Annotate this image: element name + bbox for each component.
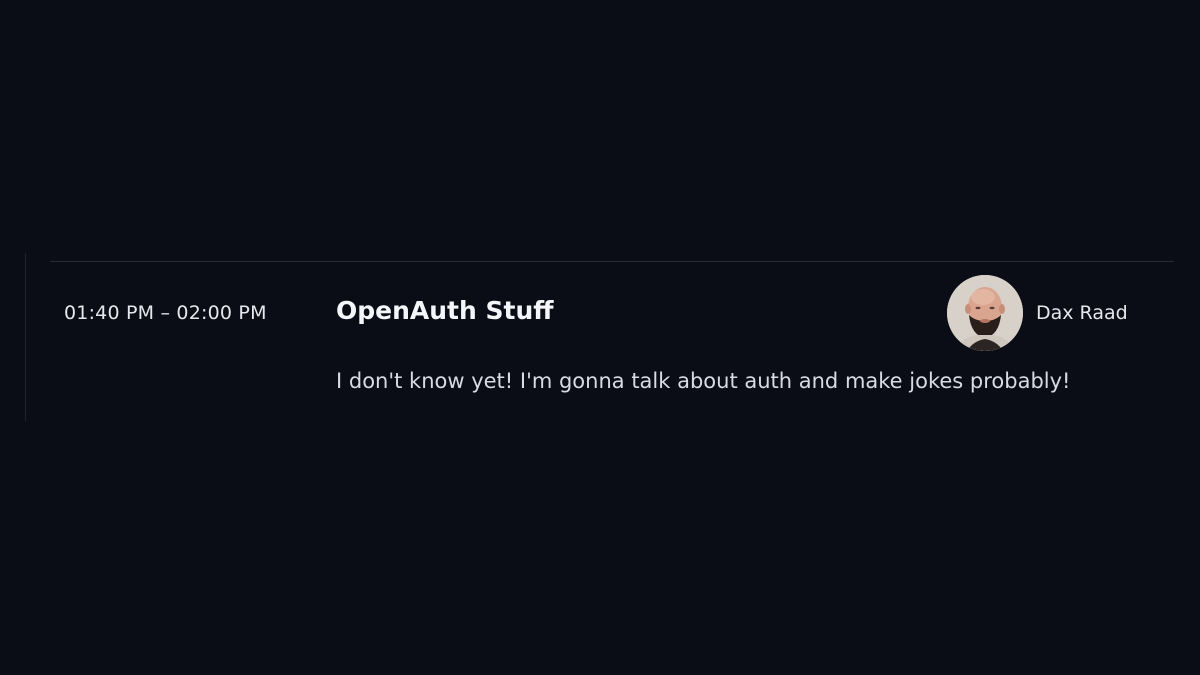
session-description: I don't know yet! I'm gonna talk about a…	[336, 369, 1071, 393]
speaker: Dax Raad	[947, 275, 1128, 351]
speaker-portrait-icon	[947, 275, 1023, 351]
session-time: 01:40 PM – 02:00 PM	[64, 302, 267, 324]
schedule-page: 01:40 PM – 02:00 PM OpenAuth Stuff I don…	[0, 0, 1200, 675]
session-row: 01:40 PM – 02:00 PM OpenAuth Stuff I don…	[0, 262, 1200, 422]
avatar	[947, 275, 1023, 351]
speaker-name: Dax Raad	[1036, 302, 1128, 324]
session-title: OpenAuth Stuff	[336, 296, 554, 325]
